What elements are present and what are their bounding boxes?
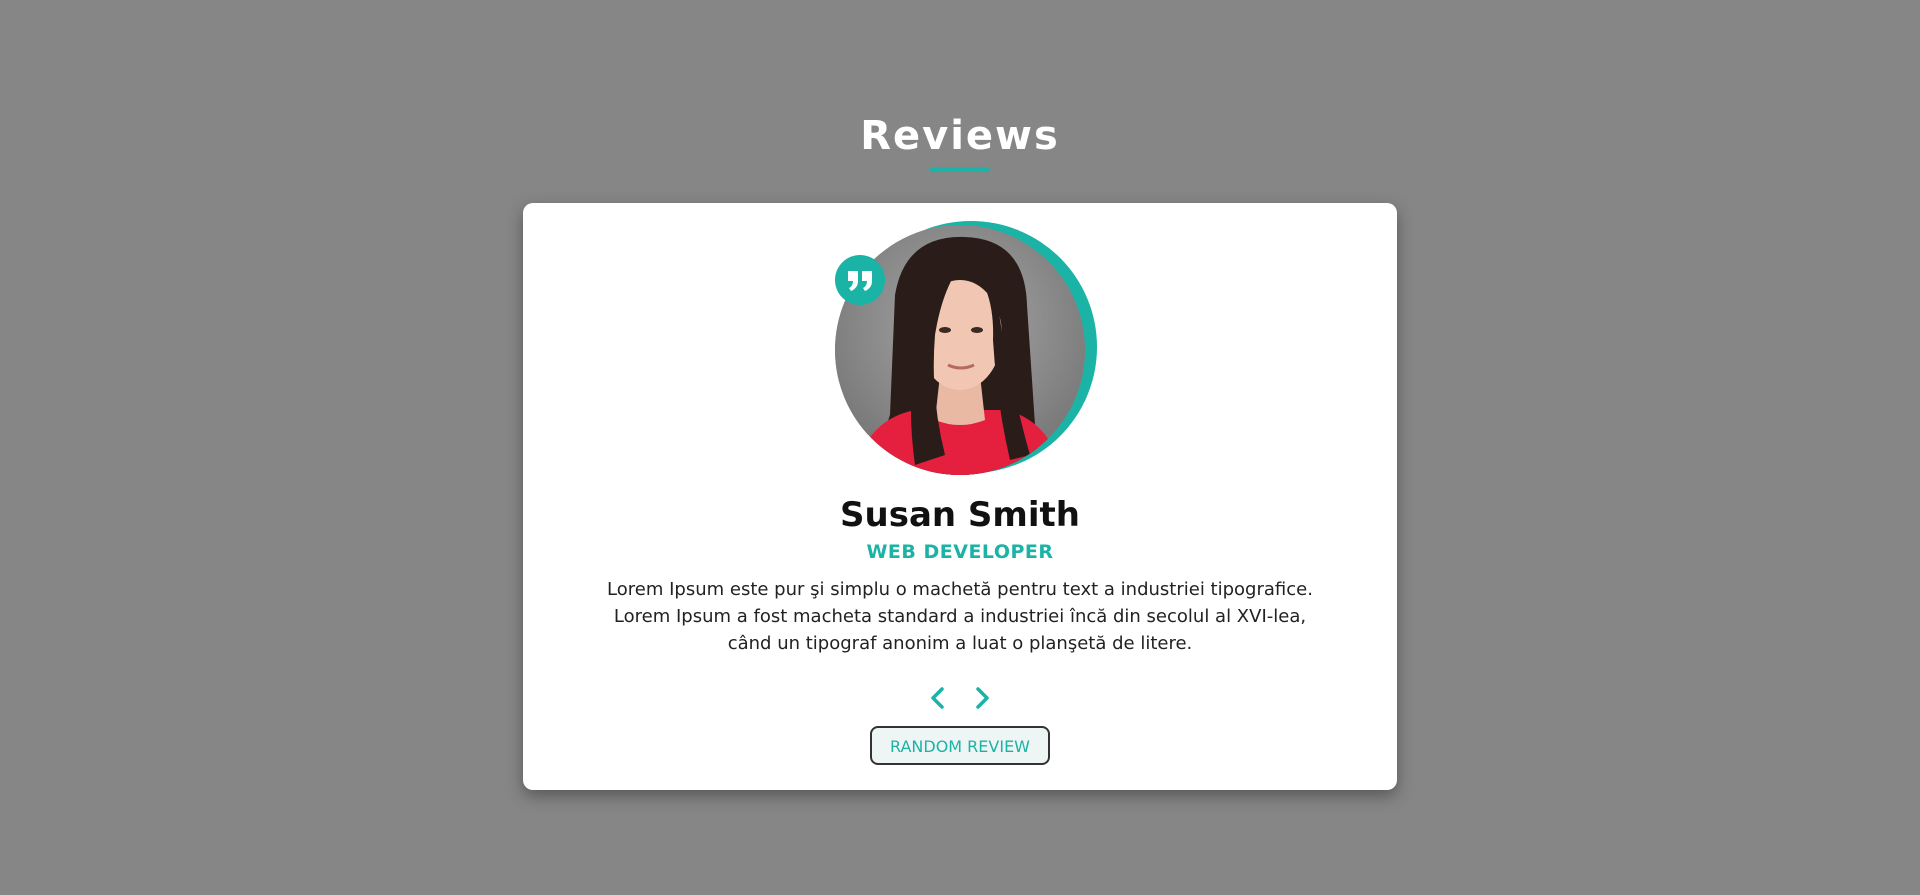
chevron-left-icon [923,687,953,716]
chevron-right-icon [967,687,997,716]
image-container [835,221,1097,479]
title-underline [930,167,990,172]
author-job: WEB DEVELOPER [866,541,1054,563]
section-title: Reviews [860,113,1060,159]
next-button[interactable] [967,683,997,713]
reviews-page: Reviews Susan Smith WEB DEVELOPER Lorem … [0,0,1920,895]
review-card: Susan Smith WEB DEVELOPER Lorem Ipsum es… [523,203,1397,790]
random-review-button[interactable]: RANDOM REVIEW [870,726,1050,765]
review-text: Lorem Ipsum este pur şi simplu o machetă… [607,579,1313,654]
prev-button[interactable] [923,683,953,713]
quote-icon [835,255,885,305]
author-name: Susan Smith [840,495,1080,535]
